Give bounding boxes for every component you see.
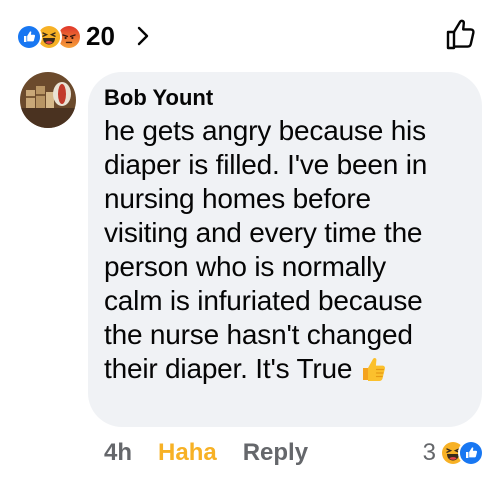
reply-button[interactable]: Reply [243, 439, 308, 467]
comment-text: he gets angry because his diaper is fill… [104, 115, 428, 384]
comment-reactions[interactable]: 3 [423, 436, 484, 470]
comment-reaction-count: 3 [422, 439, 436, 466]
profile-photo [20, 72, 76, 128]
avatar[interactable] [20, 72, 76, 128]
chevron-right-icon [137, 26, 149, 46]
like-button[interactable] [440, 14, 480, 54]
comment-body: he gets angry because his diaper is fill… [104, 114, 464, 386]
thumbs-up-emoji-icon [363, 357, 386, 381]
comment-actions: 4h Haha Reply [104, 436, 308, 470]
like-icon [16, 24, 42, 50]
comment-bubble: Bob Yount he gets angry because his diap… [88, 72, 482, 427]
reactions-summary-bar: 20 [0, 0, 500, 70]
haha-reaction-button[interactable]: Haha [158, 439, 217, 467]
comment-author[interactable]: Bob Yount [104, 86, 464, 110]
comment-timestamp[interactable]: 4h [104, 439, 132, 467]
reactions-summary[interactable]: 20 [16, 16, 151, 56]
reaction-icons [16, 16, 98, 56]
like-icon [458, 440, 484, 466]
